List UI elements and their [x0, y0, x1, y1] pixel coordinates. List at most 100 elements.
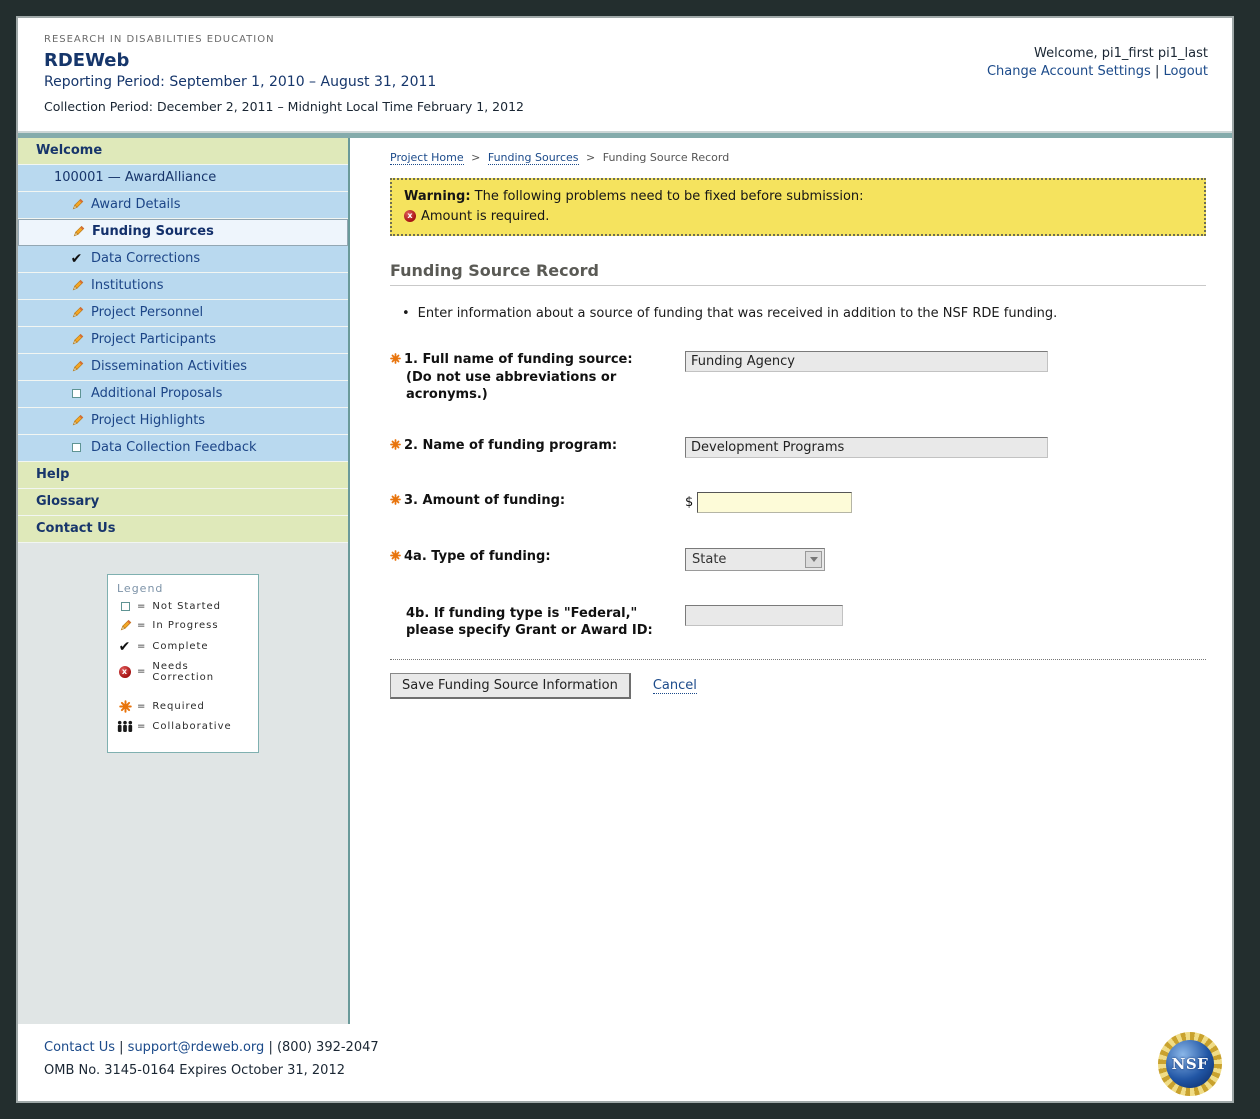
- pencil-icon: [68, 306, 85, 320]
- bullet: •: [402, 306, 410, 321]
- logout-link[interactable]: Logout: [1163, 64, 1208, 79]
- header-divider: [18, 131, 1232, 138]
- sidebar-item-project-personnel[interactable]: Project Personnel: [18, 300, 348, 327]
- pencil-icon: [68, 360, 85, 374]
- legend-item-complete: ✔ = Complete: [117, 640, 249, 654]
- legend-item-collaborative: = Collaborative: [117, 720, 249, 733]
- breadcrumb-current: Funding Source Record: [603, 151, 729, 164]
- header-left: RESEARCH IN DISABILITIES EDUCATION RDEWe…: [44, 34, 524, 123]
- footer-omb: OMB No. 3145-0164 Expires October 31, 20…: [44, 1063, 1232, 1078]
- form-instruction: • Enter information about a source of fu…: [402, 306, 1206, 321]
- header-links-separator: |: [1155, 64, 1159, 79]
- funding-program-input[interactable]: [685, 437, 1048, 458]
- legend: Legend = Not Started = In Progress ✔ = C…: [107, 574, 259, 753]
- legend-item-needs-correction: x = Needs Correction: [117, 661, 249, 683]
- brand-tagline: RESEARCH IN DISABILITIES EDUCATION: [44, 34, 524, 45]
- check-icon: ✔: [68, 252, 85, 266]
- dollar-prefix: $: [685, 492, 693, 514]
- sidebar-item-data-corrections[interactable]: ✔ Data Corrections: [18, 246, 348, 273]
- pencil-icon: [68, 198, 85, 212]
- funding-source-name-input[interactable]: [685, 351, 1048, 372]
- sidebar: Welcome 100001 — AwardAlliance Award Det…: [18, 138, 350, 1024]
- pencil-icon: [68, 333, 85, 347]
- collaborative-icon: [117, 720, 133, 733]
- form-row-funding-source-name: 1. Full name of funding source: (Do not …: [390, 351, 1206, 403]
- form-row-grant-id: 4b. If funding type is "Federal," please…: [390, 605, 1206, 639]
- footer-phone: (800) 392-2047: [277, 1040, 379, 1055]
- grant-id-input[interactable]: [685, 605, 843, 626]
- not-started-icon: [68, 389, 85, 398]
- sidebar-item-funding-sources[interactable]: Funding Sources: [18, 219, 348, 246]
- app-window: RESEARCH IN DISABILITIES EDUCATION RDEWe…: [16, 16, 1234, 1103]
- check-icon: ✔: [117, 640, 133, 654]
- sidebar-item-glossary[interactable]: Glossary: [18, 489, 348, 516]
- collection-period: Collection Period: December 2, 2011 – Mi…: [44, 99, 524, 114]
- sidebar-item-award-alliance[interactable]: 100001 — AwardAlliance: [18, 165, 348, 192]
- sidebar-item-welcome[interactable]: Welcome: [18, 138, 348, 165]
- form-row-funding-program: 2. Name of funding program:: [390, 437, 1206, 458]
- sidebar-item-contact-us[interactable]: Contact Us: [18, 516, 348, 543]
- reporting-period: Reporting Period: September 1, 2010 – Au…: [44, 74, 524, 90]
- sidebar-item-additional-proposals[interactable]: Additional Proposals: [18, 381, 348, 408]
- warning-label: Warning:: [404, 189, 471, 204]
- breadcrumb: Project Home > Funding Sources > Funding…: [390, 151, 1206, 164]
- form-row-amount: 3. Amount of funding: $: [390, 492, 1206, 514]
- field-label: 4a. Type of funding:: [404, 549, 551, 564]
- cancel-link[interactable]: Cancel: [653, 678, 697, 694]
- chevron-down-icon: [805, 551, 822, 568]
- pencil-icon: [68, 414, 85, 428]
- sidebar-item-award-details[interactable]: Award Details: [18, 192, 348, 219]
- save-funding-source-button[interactable]: Save Funding Source Information: [390, 673, 631, 699]
- funding-source-form: 1. Full name of funding source: (Do not …: [390, 351, 1206, 699]
- page-title: Funding Source Record: [390, 261, 1206, 286]
- form-separator: [390, 659, 1206, 660]
- main-content: Project Home > Funding Sources > Funding…: [350, 138, 1232, 1024]
- footer-email-link[interactable]: support@rdeweb.org: [128, 1040, 265, 1055]
- page-footer: Contact Us | support@rdeweb.org | (800) …: [18, 1024, 1232, 1101]
- sidebar-item-institutions[interactable]: Institutions: [18, 273, 348, 300]
- header-right: Welcome, pi1_first pi1_last Change Accou…: [987, 34, 1208, 123]
- not-started-icon: [117, 602, 133, 611]
- field-sublabel: please specify Grant or Award ID:: [406, 623, 653, 638]
- form-row-funding-type: 4a. Type of funding: State: [390, 548, 1206, 571]
- legend-item-in-progress: = In Progress: [117, 619, 249, 633]
- legend-title: Legend: [117, 582, 249, 595]
- nsf-logo-text: NSF: [1166, 1040, 1214, 1088]
- pencil-icon: [117, 619, 133, 633]
- warning-banner: Warning: The following problems need to …: [390, 178, 1206, 236]
- legend-item-required: = Required: [117, 700, 249, 713]
- footer-contact-us-link[interactable]: Contact Us: [44, 1040, 115, 1055]
- sidebar-item-project-highlights[interactable]: Project Highlights: [18, 408, 348, 435]
- required-icon: [390, 549, 404, 566]
- required-icon: [117, 700, 133, 713]
- required-icon: [390, 352, 404, 369]
- field-sublabel: (Do not use abbreviations or acronyms.): [406, 370, 616, 402]
- field-label: 2. Name of funding program:: [404, 438, 617, 453]
- sidebar-item-help[interactable]: Help: [18, 462, 348, 489]
- breadcrumb-funding-sources-link[interactable]: Funding Sources: [488, 151, 579, 165]
- required-icon: [390, 493, 404, 510]
- field-label: 4b. If funding type is "Federal,": [406, 606, 637, 621]
- pencil-icon: [69, 225, 86, 239]
- sidebar-item-project-participants[interactable]: Project Participants: [18, 327, 348, 354]
- page-header: RESEARCH IN DISABILITIES EDUCATION RDEWe…: [18, 18, 1232, 131]
- app-title: RDEWeb: [44, 50, 524, 71]
- sidebar-item-data-collection-feedback[interactable]: Data Collection Feedback: [18, 435, 348, 462]
- needs-correction-icon: x: [117, 666, 133, 678]
- amount-input[interactable]: [697, 492, 852, 513]
- pencil-icon: [68, 279, 85, 293]
- nsf-logo: NSF: [1158, 1032, 1222, 1096]
- funding-type-select[interactable]: State: [685, 548, 825, 571]
- field-label: 1. Full name of funding source:: [404, 352, 633, 367]
- warning-error-item: Amount is required.: [421, 209, 549, 224]
- required-icon: [390, 438, 404, 455]
- legend-item-not-started: = Not Started: [117, 601, 249, 612]
- sidebar-item-dissemination-activities[interactable]: Dissemination Activities: [18, 354, 348, 381]
- change-account-settings-link[interactable]: Change Account Settings: [987, 64, 1151, 79]
- sidebar-nav: Welcome 100001 — AwardAlliance Award Det…: [18, 138, 348, 543]
- error-icon: x: [404, 210, 416, 222]
- breadcrumb-project-home-link[interactable]: Project Home: [390, 151, 464, 165]
- field-label: 3. Amount of funding:: [404, 493, 565, 508]
- not-started-icon: [68, 443, 85, 452]
- welcome-text: Welcome, pi1_first pi1_last: [987, 46, 1208, 61]
